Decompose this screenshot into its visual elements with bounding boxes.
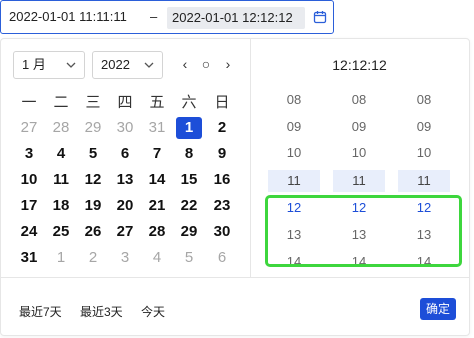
second-cell[interactable]: 09: [398, 116, 450, 138]
month-select-value: 1 月: [22, 57, 46, 72]
second-cell[interactable]: 11: [398, 170, 450, 192]
day-cell[interactable]: 10: [16, 169, 42, 191]
year-select[interactable]: 2022: [92, 51, 163, 79]
weekday-label: 二: [53, 94, 69, 111]
day-cell[interactable]: 23: [209, 195, 235, 217]
weekday-label: 一: [21, 94, 37, 111]
highlight-annotation-box: [265, 195, 462, 267]
hour-cell[interactable]: 10: [268, 142, 320, 164]
next-month-button[interactable]: ›: [220, 55, 236, 73]
day-cell[interactable]: 29: [80, 117, 106, 139]
weekday-label: 六: [181, 94, 197, 111]
weekday-label: 四: [117, 94, 133, 111]
second-cell[interactable]: 10: [398, 142, 450, 164]
day-cell[interactable]: 6: [112, 143, 138, 165]
second-cell[interactable]: 08: [398, 89, 450, 111]
chevron-down-icon: [66, 62, 76, 68]
range-separator: –: [150, 9, 158, 24]
day-cell[interactable]: 21: [144, 195, 170, 217]
day-cell[interactable]: 4: [48, 143, 74, 165]
day-cell[interactable]: 31: [16, 247, 42, 269]
footer-divider: [1, 277, 469, 278]
day-cell[interactable]: 3: [112, 247, 138, 269]
day-cell[interactable]: 5: [176, 247, 202, 269]
confirm-button[interactable]: 确定: [420, 298, 456, 320]
day-cell[interactable]: 29: [176, 221, 202, 243]
day-cell[interactable]: 6: [209, 247, 235, 269]
day-cell[interactable]: 14: [144, 169, 170, 191]
date-range-input[interactable]: 2022-01-01 11:11:11 – 2022-01-01 12:12:1…: [0, 0, 334, 34]
minute-cell[interactable]: 08: [333, 89, 385, 111]
day-cell[interactable]: 15: [176, 169, 202, 191]
day-cell[interactable]: 17: [16, 195, 42, 217]
day-cell[interactable]: 22: [176, 195, 202, 217]
day-cell[interactable]: 25: [48, 221, 74, 243]
panel-divider: [250, 39, 251, 277]
weekday-label: 五: [149, 94, 165, 111]
day-cell[interactable]: 30: [209, 221, 235, 243]
date-time-picker-panel: 1 月 2022 ‹ ○ › 一二三四五六日 27 28 29 30 31 1 2 3 4 5 6 7…: [0, 38, 470, 336]
day-cell[interactable]: 2: [209, 117, 235, 139]
day-cell[interactable]: 3: [16, 143, 42, 165]
prev-month-button[interactable]: ‹: [177, 55, 193, 73]
year-select-value: 2022: [101, 57, 130, 72]
minute-cell[interactable]: 10: [333, 142, 385, 164]
hour-cell[interactable]: 08: [268, 89, 320, 111]
weekday-label: 日: [214, 94, 230, 111]
day-cell[interactable]: 18: [48, 195, 74, 217]
calendar-icon[interactable]: [313, 10, 327, 24]
month-select[interactable]: 1 月: [13, 51, 85, 79]
day-cell[interactable]: 27: [16, 117, 42, 139]
shortcut-last-3-days[interactable]: 最近3天: [80, 303, 123, 320]
shortcut-last-7-days[interactable]: 最近7天: [19, 303, 62, 320]
today-button[interactable]: ○: [198, 55, 214, 73]
day-cell[interactable]: 26: [80, 221, 106, 243]
time-panel-title: 12:12:12: [332, 57, 387, 73]
day-cell[interactable]: 12: [80, 169, 106, 191]
day-cell[interactable]: 16: [209, 169, 235, 191]
day-cell[interactable]: 31: [144, 117, 170, 139]
day-cell[interactable]: 8: [176, 143, 202, 165]
day-cell-selected[interactable]: 1: [176, 117, 202, 139]
day-cell[interactable]: 9: [209, 143, 235, 165]
hour-cell[interactable]: 09: [268, 116, 320, 138]
day-cell[interactable]: 5: [80, 143, 106, 165]
weekday-label: 三: [85, 94, 101, 111]
day-cell[interactable]: 28: [144, 221, 170, 243]
day-cell[interactable]: 27: [112, 221, 138, 243]
day-cell[interactable]: 30: [112, 117, 138, 139]
chevron-down-icon: [144, 62, 154, 68]
day-cell[interactable]: 11: [48, 169, 74, 191]
minute-cell[interactable]: 09: [333, 116, 385, 138]
hour-cell[interactable]: 11: [268, 170, 320, 192]
day-cell[interactable]: 13: [112, 169, 138, 191]
minute-cell[interactable]: 11: [333, 170, 385, 192]
day-cell[interactable]: 20: [112, 195, 138, 217]
day-cell[interactable]: 2: [80, 247, 106, 269]
day-cell[interactable]: 19: [80, 195, 106, 217]
day-cell[interactable]: 4: [144, 247, 170, 269]
day-cell[interactable]: 1: [48, 247, 74, 269]
shortcut-today[interactable]: 今天: [141, 303, 165, 320]
range-end-value[interactable]: 2022-01-01 12:12:12: [167, 7, 305, 29]
range-start-value[interactable]: 2022-01-01 11:11:11: [9, 9, 127, 24]
day-cell[interactable]: 28: [48, 117, 74, 139]
day-cell[interactable]: 24: [16, 221, 42, 243]
day-cell[interactable]: 7: [144, 143, 170, 165]
